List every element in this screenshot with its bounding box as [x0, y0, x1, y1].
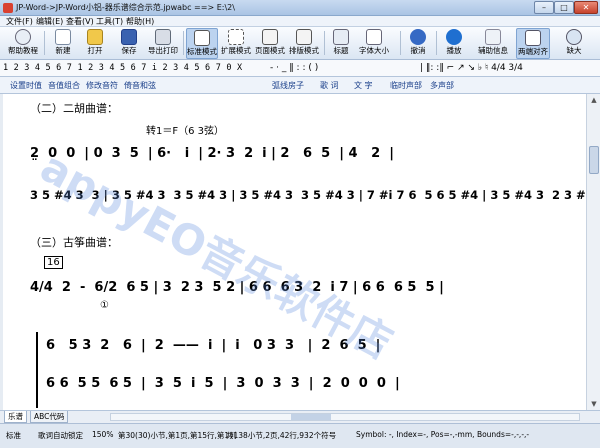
status-auto-lock: 歌词自动锁定	[38, 431, 83, 440]
erhu-staff-row-1: 2̤ 0 0 | 0 3 5 | 6· i | 2· 3 2 i | 2 6 5…	[30, 146, 394, 161]
vertical-scrollbar[interactable]: ▲ ▼	[586, 94, 600, 410]
export-print-button[interactable]: 导出打印	[146, 28, 180, 59]
menu-tools[interactable]: 工具(T)	[96, 16, 123, 27]
new-button[interactable]: 新建	[50, 28, 76, 59]
font-size-button[interactable]: 字体大小	[358, 28, 390, 59]
justify-button[interactable]: 两端对齐	[516, 28, 550, 59]
extended-mode-icon	[228, 29, 244, 45]
toolbar-separator	[183, 31, 184, 55]
fingering-mark: ①	[100, 300, 109, 311]
toolbar-separator	[44, 31, 45, 55]
set-duration-link[interactable]: 设置时值	[10, 80, 42, 91]
page-margin	[0, 94, 3, 410]
guzheng-staff-row-3: 6 6 5 5 6 5 | 3 5 i 5 | 3 0 3 3 | 2 0 0 …	[46, 376, 400, 391]
window-title: JP-Word->JP-Word小铝-器乐谱综合示范.jpwabc ==> E:…	[16, 3, 235, 12]
vertical-scroll-thumb[interactable]	[589, 146, 599, 174]
tab-strip: 乐谱 ABC代码	[0, 410, 600, 423]
undo-button[interactable]: 撤消	[406, 28, 430, 59]
slur-house-link[interactable]: 弧线房子	[272, 80, 304, 91]
horizontal-scrollbar[interactable]	[110, 413, 580, 421]
zoom-button[interactable]: 缺大	[560, 28, 588, 59]
title-button[interactable]: 标题	[330, 28, 352, 59]
new-file-icon	[55, 29, 71, 45]
format-bar: 设置时值 音值组合 修改音符 倚音和弦 弧线房子 歌 词 文 字 临时声部 多声…	[0, 77, 600, 94]
app-logo-icon	[3, 3, 13, 13]
score-document[interactable]: （二）二胡曲谱： 转1＝F（6 3弦） 2̤ 0 0 | 0 3 5 | 6· …	[0, 94, 586, 410]
toolbar-separator	[400, 31, 401, 55]
menu-help[interactable]: 帮助(H)	[126, 16, 154, 27]
main-toolbar: 帮助教程 新建 打开 保存 导出打印 标准模式 扩展模式 页面模式 排版模式 标…	[0, 27, 600, 60]
key-change-label: 转1＝F（6 3弦）	[146, 126, 225, 137]
app-window: JP-Word->JP-Word小铝-器乐谱综合示范.jpwabc ==> E:…	[0, 0, 600, 448]
scroll-up-icon[interactable]: ▲	[587, 94, 600, 106]
export-print-icon	[155, 29, 171, 45]
open-button[interactable]: 打开	[82, 28, 108, 59]
grace-chord-link[interactable]: 倚音和弦	[124, 80, 156, 91]
play-button[interactable]: 播放	[442, 28, 466, 59]
zoom-icon	[566, 29, 582, 45]
play-icon	[446, 29, 462, 45]
erhu-staff-row-2: 3 5 #4 3 3 | 3 5 #4 3 3 5 #4 3 | 3 5 #4 …	[30, 188, 586, 202]
status-totals: 共138小节,2页,42行,932个符号	[226, 431, 337, 440]
horizontal-scroll-thumb[interactable]	[291, 414, 331, 420]
text-link[interactable]: 文 字	[354, 80, 373, 91]
status-symbol-info: Symbol: -, Index=-, Pos=-,-mm, Bounds=-,…	[356, 430, 530, 439]
toolbar-separator	[324, 31, 325, 55]
status-zoom: 150%	[92, 430, 114, 439]
tab-abc-code[interactable]: ABC代码	[30, 411, 69, 423]
toolbar-separator	[436, 31, 437, 55]
lyrics-link[interactable]: 歌 词	[320, 80, 339, 91]
open-folder-icon	[87, 29, 103, 45]
section-guzheng-heading: （三）古筝曲谱：	[30, 236, 118, 249]
menu-view[interactable]: 查看(V)	[66, 16, 94, 27]
maximize-button[interactable]: □	[554, 1, 574, 14]
menu-edit[interactable]: 编辑(E)	[36, 16, 63, 27]
note-group-link[interactable]: 音值组合	[48, 80, 80, 91]
note-palette[interactable]: 1 2 3 4 5 6 7 1 2 3 4 5 6 7 i 2 3 4 5 6 …	[3, 60, 242, 77]
save-icon	[121, 29, 137, 45]
close-button[interactable]: ✕	[574, 1, 598, 14]
page-mode-button[interactable]: 页面模式	[254, 28, 286, 59]
aux-info-icon	[485, 29, 501, 45]
justify-icon	[525, 30, 541, 46]
page-mode-icon	[262, 29, 278, 45]
help-icon	[15, 29, 31, 45]
temp-voice-link[interactable]: 临时声部	[390, 80, 422, 91]
menu-file[interactable]: 文件(F)	[6, 16, 33, 27]
status-bar: 标准 歌词自动锁定 150% 第30(30)小节,第1页,第15行,第1列 共1…	[0, 423, 600, 448]
layout-mode-icon	[296, 29, 312, 45]
menu-bar: 文件(F) 编辑(E) 查看(V) 工具(T) 帮助(H)	[0, 16, 600, 27]
scroll-down-icon[interactable]: ▼	[587, 398, 600, 410]
multi-voice-link[interactable]: 多声部	[430, 80, 454, 91]
modify-note-link[interactable]: 修改音符	[86, 80, 118, 91]
guzheng-staff-row-2: 6 5 3 2 6 | 2 —— i | i 0 3 3 | 2 6 5 |	[46, 338, 381, 353]
font-size-icon	[366, 29, 382, 45]
section-erhu-heading: （二）二胡曲谱：	[30, 102, 118, 115]
measure-number-box: 16	[44, 256, 63, 269]
extended-mode-button[interactable]: 扩展模式	[220, 28, 252, 59]
notation-bar: 1 2 3 4 5 6 7 1 2 3 4 5 6 7 i 2 3 4 5 6 …	[0, 60, 600, 77]
undo-icon	[410, 29, 426, 45]
help-tutorial-button[interactable]: 帮助教程	[6, 28, 40, 59]
standard-mode-button[interactable]: 标准模式	[186, 28, 218, 59]
system-bracket	[36, 332, 38, 408]
tab-score[interactable]: 乐谱	[4, 411, 27, 423]
minimize-button[interactable]: –	[534, 1, 554, 14]
title-bar: JP-Word->JP-Word小铝-器乐谱综合示范.jpwabc ==> E:…	[0, 0, 600, 16]
barline-palette[interactable]: | ‖: :‖ ⌐ ↗ ↘ ♭ ♮ 4/4 3/4	[420, 60, 523, 77]
standard-mode-icon	[194, 30, 210, 46]
guzheng-staff-row-1: 4/4 2 - 6/2 6 5 | 3 2 3 5 2 | 6 6 6 3 2 …	[30, 280, 444, 295]
watermark-logo: appyEO音乐软件店	[32, 141, 401, 369]
title-icon	[333, 29, 349, 45]
status-mode: 标准	[6, 431, 21, 440]
symbol-palette[interactable]: - · _ ‖ : : ( )	[270, 60, 318, 77]
layout-mode-button[interactable]: 排版模式	[288, 28, 320, 59]
save-button[interactable]: 保存	[116, 28, 142, 59]
status-position: 第30(30)小节,第1页,第15行,第1列	[118, 431, 237, 440]
aux-info-button[interactable]: 辅助信息	[476, 28, 510, 59]
